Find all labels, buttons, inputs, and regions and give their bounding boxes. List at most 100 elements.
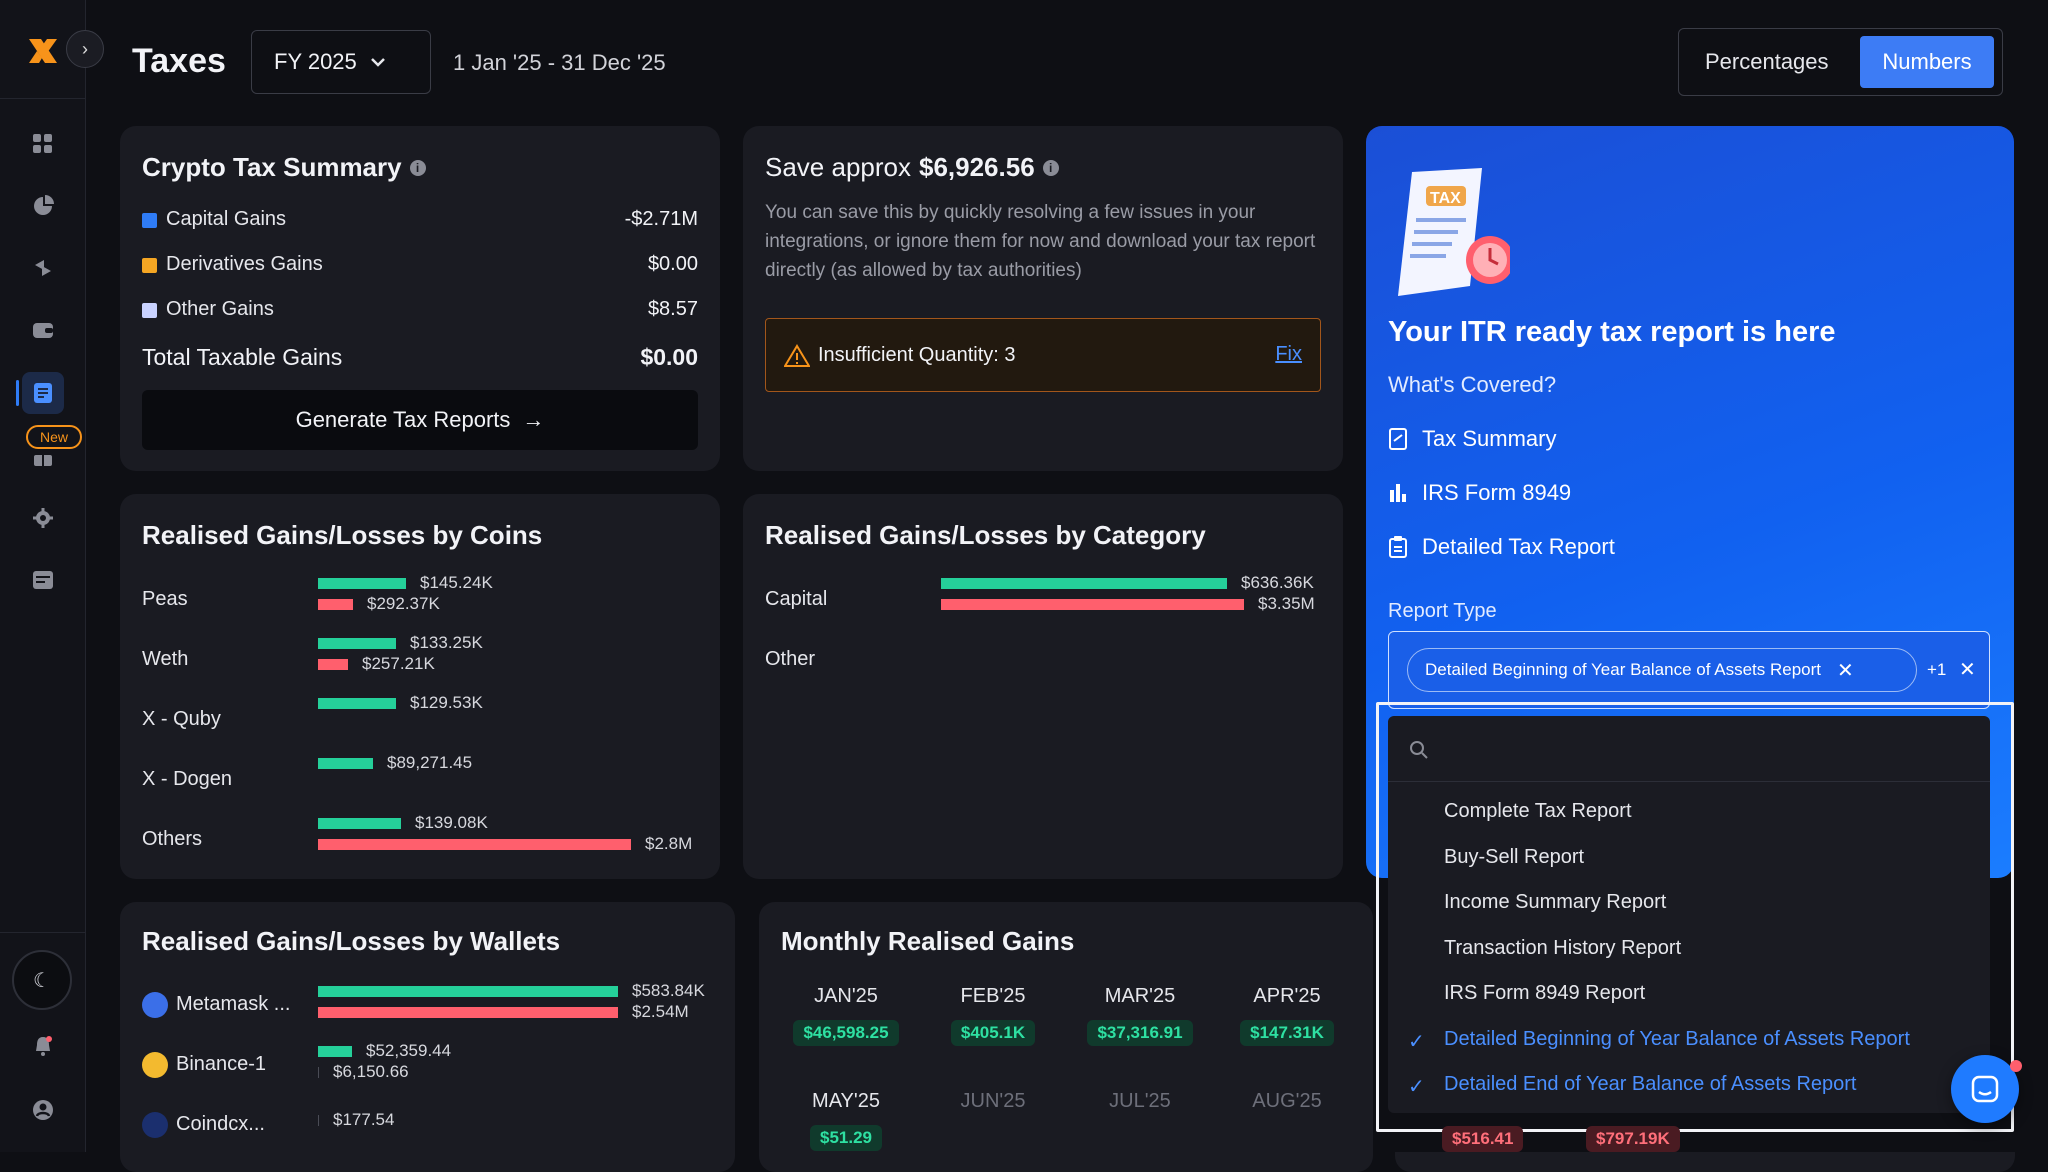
wallet-name[interactable]: Metamask ...: [176, 993, 290, 1016]
chat-icon: [1971, 1075, 1999, 1103]
month-cell[interactable]: JUN'25: [928, 1090, 1058, 1125]
gains-by-category-card: Realised Gains/Losses by Category: [743, 494, 1343, 879]
clear-all-icon[interactable]: ✕: [1959, 657, 1976, 682]
chip-remove-icon[interactable]: ✕: [1837, 658, 1854, 683]
month-cell[interactable]: JAN'25 $46,598.25: [781, 985, 911, 1046]
wallet-icon[interactable]: [27, 314, 59, 346]
month-label: FEB'25: [960, 985, 1026, 1007]
save-approx-card: Save approx $6,926.56 i You can save thi…: [743, 126, 1343, 471]
info-icon[interactable]: i: [409, 159, 426, 176]
coindcx-icon: [142, 1112, 168, 1138]
app-logo[interactable]: [26, 34, 60, 68]
chevron-right-icon: ›: [82, 38, 88, 59]
dropdown-option[interactable]: Transaction History Report: [1444, 937, 1681, 960]
total-taxable-gains-label: Total Taxable Gains: [142, 344, 343, 370]
tax-document-icon: [34, 383, 52, 403]
summary-row-value: $8.57: [647, 298, 698, 320]
dropdown-option[interactable]: IRS Form 8949 Report: [1444, 982, 1645, 1005]
month-label: JUN'25: [960, 1090, 1026, 1112]
loss-bar: [318, 659, 348, 670]
dropdown-search-input[interactable]: [1388, 716, 1990, 782]
expand-sidebar-button[interactable]: ›: [66, 30, 104, 68]
gain-value: $139.08K: [415, 813, 488, 832]
summary-title: Crypto Tax Summary: [142, 152, 402, 182]
month-cell[interactable]: FEB'25 $405.1K: [928, 985, 1058, 1046]
dropdown-option[interactable]: Detailed Beginning of Year Balance of As…: [1444, 1028, 1910, 1051]
binance-icon: [142, 1052, 168, 1078]
search-icon: [1410, 741, 1428, 759]
percentages-tab[interactable]: Percentages: [1705, 49, 1829, 75]
tax-tag: TAX: [1430, 190, 1461, 207]
dashboard-icon[interactable]: [27, 128, 59, 160]
more-count: +1: [1927, 660, 1947, 679]
gain-bar: [318, 758, 373, 769]
gain-value: $52,359.44: [366, 1041, 452, 1060]
report-type-label: Report Type: [1388, 600, 1497, 622]
notification-bell-icon[interactable]: [27, 1030, 59, 1062]
pie-chart-icon[interactable]: [27, 190, 59, 222]
gain-bar: [318, 1046, 352, 1057]
month-cell[interactable]: AUG'25: [1222, 1090, 1352, 1125]
info-icon[interactable]: i: [1042, 159, 1059, 176]
nav-taxes-active[interactable]: [16, 372, 64, 414]
loss-value: $292.37K: [367, 594, 440, 613]
dropdown-option[interactable]: Buy-Sell Report: [1444, 846, 1584, 869]
generate-label: Generate Tax Reports: [295, 407, 511, 432]
monthly-title: Monthly Realised Gains: [781, 926, 1075, 956]
total-taxable-gains-value: $0.00: [640, 344, 698, 370]
dropdown-option[interactable]: Detailed End of Year Balance of Assets R…: [1444, 1073, 1857, 1096]
summary-row-value: -$2.71M: [624, 208, 698, 230]
report-type-select[interactable]: Detailed Beginning of Year Balance of As…: [1388, 631, 1990, 709]
legend-swatch: [142, 258, 157, 273]
settings-gear-icon[interactable]: [27, 502, 59, 534]
whats-covered: What's Covered?: [1388, 372, 1557, 397]
numbers-tab[interactable]: Numbers: [1860, 36, 1994, 88]
wallets-title: Realised Gains/Losses by Wallets: [142, 926, 561, 956]
save-amount: $6,926.56: [918, 152, 1035, 182]
month-label: AUG'25: [1252, 1090, 1322, 1112]
crypto-tax-summary-card: Crypto Tax Summary i Total Taxable Gains…: [120, 126, 720, 471]
wallet-name[interactable]: Binance-1: [176, 1053, 266, 1076]
loss-bar: [318, 1067, 319, 1078]
summary-row-label: Derivatives Gains: [166, 253, 323, 275]
loss-bar: [318, 1115, 319, 1126]
month-cell[interactable]: MAY'25 $51.29: [781, 1090, 911, 1151]
loss-value: $177.54: [333, 1110, 395, 1129]
view-toggle: Percentages Numbers: [1678, 28, 2003, 96]
gain-bar: [941, 578, 1227, 589]
gain-bar: [318, 578, 406, 589]
gain-bar: [318, 986, 618, 997]
month-label: APR'25: [1253, 985, 1321, 1007]
month-cell[interactable]: APR'25 $147.31K: [1222, 985, 1352, 1046]
chat-support-button[interactable]: [1951, 1055, 2022, 1123]
issue-text: Insufficient Quantity: 3: [818, 344, 1016, 366]
chevron-down-icon: [370, 57, 385, 67]
metamask-icon: [142, 992, 168, 1018]
coins-row-label: Others: [142, 828, 203, 850]
transactions-icon[interactable]: [27, 252, 59, 284]
dropdown-option[interactable]: Income Summary Report: [1444, 891, 1666, 914]
loss-bar: [318, 839, 631, 850]
loss-value: $257.21K: [362, 654, 435, 673]
generate-tax-reports-button[interactable]: Generate Tax Reports →: [142, 390, 698, 450]
dark-mode-toggle[interactable]: ☾: [12, 950, 72, 1010]
month-cell[interactable]: MAR'25 $37,316.91: [1075, 985, 1205, 1046]
moon-icon: ☾: [33, 969, 51, 992]
fix-link[interactable]: Fix: [1275, 343, 1302, 366]
month-label: JAN'25: [814, 985, 878, 1007]
summary-row-value: $0.00: [647, 253, 698, 275]
month-label: MAR'25: [1104, 985, 1176, 1007]
month-cell[interactable]: JUL'25: [1075, 1090, 1205, 1125]
gain-bar: [318, 698, 396, 709]
fy-select[interactable]: FY 2025: [251, 30, 431, 94]
wallet-name[interactable]: Coindcx...: [176, 1113, 265, 1136]
clipboard-icon: [1389, 536, 1407, 558]
dropdown-option[interactable]: Complete Tax Report: [1444, 800, 1632, 823]
arrow-right-icon: →: [522, 407, 545, 432]
reports-icon[interactable]: [27, 564, 59, 596]
bar-chart-icon: [1390, 484, 1406, 502]
user-profile-icon[interactable]: [27, 1094, 59, 1126]
behind-value-2: $797.19K: [1586, 1126, 1680, 1152]
page-title: Taxes: [132, 42, 226, 80]
new-badge: New: [26, 425, 82, 449]
